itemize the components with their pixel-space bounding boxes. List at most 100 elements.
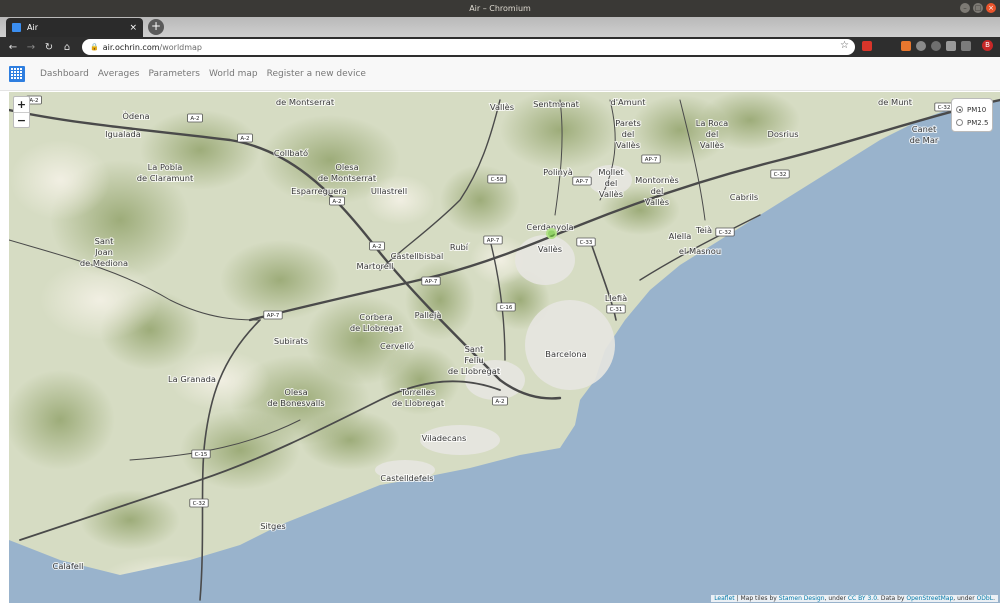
road-shield: C-33 [576,237,596,247]
extension-icon[interactable] [916,40,926,51]
extensions-area: B ⋮ [862,40,1000,51]
tab-close-icon[interactable]: × [129,23,137,33]
maximize-button[interactable]: □ [973,3,983,13]
layer-option-pm25[interactable]: PM2.5 [956,116,992,129]
place-label: Rubí [450,242,469,252]
home-icon[interactable]: ⌂ [58,42,76,53]
place-label: Castellbisbal [391,251,444,261]
browser-toolbar: ← → ↻ ⌂ 🔒 air.ochrin.com/worldmap ☆ B ⋮ [0,37,1000,57]
pm25-radio[interactable] [956,119,963,126]
layer-control: PM10 PM2.5 [951,98,993,132]
stamen-link[interactable]: Stamen Design [779,595,825,602]
place-label: Vallès [599,189,623,199]
place-label: La Pobla [148,162,183,172]
place-label: del [622,129,635,139]
road-shield: A-2 [187,113,203,123]
map-attribution: Leaflet | Map tiles by Stamen Design, un… [711,595,998,602]
zoom-in-button[interactable]: + [14,97,29,112]
svg-text:C-33: C-33 [580,240,593,246]
window-titlebar: Air – Chromium – □ × [0,0,1000,17]
place-label: Viladecans [422,433,467,443]
road-shield: AP-7 [641,154,661,164]
svg-text:AP-7: AP-7 [267,313,280,319]
road-shield: AP-7 [483,235,503,245]
road-shield: A-2 [492,396,508,406]
place-label: Corbera [359,312,392,322]
extension-icon[interactable] [946,40,956,51]
svg-text:C-32: C-32 [193,501,206,507]
nav-link-register-device[interactable]: Register a new device [267,69,366,79]
place-label: Martorell [357,261,394,271]
layer-option-pm10[interactable]: PM10 [956,103,992,116]
new-tab-button[interactable]: + [148,19,164,35]
place-label: Feliu [464,355,483,365]
nav-link-averages[interactable]: Averages [98,69,140,79]
place-label: Montornès [635,175,679,185]
profile-avatar[interactable]: B [982,40,993,51]
odbl-link[interactable]: ODbL [977,595,994,602]
zoom-control: + − [13,96,30,128]
place-label: La Roca [696,118,728,128]
place-label: Collbató [274,148,308,158]
place-label: del [706,129,719,139]
road-shield: A-2 [369,241,385,251]
road-shield: C-15 [191,449,211,459]
svg-text:C-32: C-32 [719,230,732,236]
nav-link-world-map[interactable]: World map [209,69,258,79]
svg-text:C-16: C-16 [500,305,513,311]
back-arrow-icon[interactable]: ← [4,42,22,53]
pm25-label: PM2.5 [967,118,989,127]
world-map[interactable]: de Montserrat Vallès Sentmenat d'Amunt de Mu… [9,92,1000,603]
tab-strip: Air × + [0,17,1000,37]
minimize-button[interactable]: – [960,3,970,13]
place-label: de Llobregat [350,323,403,333]
browser-tab[interactable]: Air × [6,18,143,37]
svg-text:A-2: A-2 [240,136,249,142]
close-window-button[interactable]: × [986,3,996,13]
place-label: d'Amunt [610,97,646,107]
svg-text:A-2: A-2 [495,399,504,405]
pdf-extension-icon[interactable] [862,40,872,51]
tab-favicon-icon [12,23,21,32]
forward-arrow-icon[interactable]: → [22,42,40,53]
svg-text:A-2: A-2 [190,116,199,122]
bookmark-star-icon[interactable]: ☆ [840,40,849,51]
road-shield: A-2 [329,196,345,206]
place-label: del [605,178,618,188]
place-label: Alella [669,231,692,241]
ccby-link[interactable]: CC BY 3.0 [848,595,877,602]
place-label: Sitges [260,521,286,531]
address-bar[interactable]: 🔒 air.ochrin.com/worldmap ☆ [82,39,855,55]
svg-text:AP-7: AP-7 [487,238,500,244]
reload-icon[interactable]: ↻ [40,42,58,53]
rss-extension-icon[interactable] [901,40,911,51]
place-label: Olesa [335,162,358,172]
svg-text:AP-7: AP-7 [425,279,438,285]
road-shield: C-32 [715,227,735,237]
nav-link-dashboard[interactable]: Dashboard [40,69,89,79]
extension-icon[interactable] [931,40,941,51]
svg-text:C-31: C-31 [610,307,623,313]
place-label: Vallès [538,244,562,254]
extension-icon[interactable] [961,40,971,51]
place-label: Pallejà [415,310,442,320]
leaflet-link[interactable]: Leaflet [714,595,734,602]
nav-link-parameters[interactable]: Parameters [148,69,200,79]
tab-label: Air [27,23,38,32]
pm10-radio[interactable] [956,106,963,113]
zoom-out-button[interactable]: − [14,112,29,127]
svg-text:A-2: A-2 [372,244,381,250]
osm-link[interactable]: OpenStreetMap [906,595,953,602]
place-label: de Montserrat [276,97,335,107]
svg-text:AP-7: AP-7 [645,157,658,163]
place-label: La Granada [168,374,216,384]
place-label: Olesa [284,387,307,397]
road-shield: C-32 [189,498,209,508]
place-label: Polinyà [543,167,573,177]
place-label: Dosrius [767,129,798,139]
svg-text:A-2: A-2 [29,98,38,104]
sensor-marker[interactable] [546,228,557,239]
place-label: Teià [695,225,712,235]
place-label: de Llobregat [392,398,445,408]
app-logo-icon[interactable] [9,65,25,82]
